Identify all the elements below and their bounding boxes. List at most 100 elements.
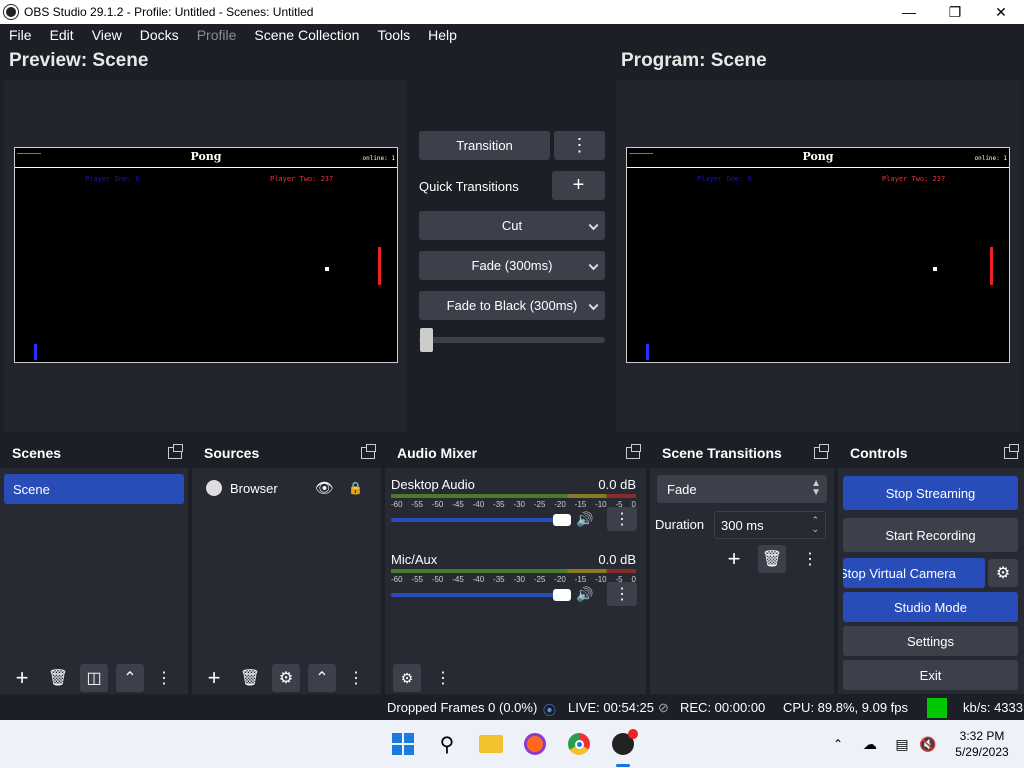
volume-knob[interactable] (553, 589, 571, 601)
scenes-dock-header: Scenes (0, 438, 188, 468)
exit-button[interactable]: Exit (843, 660, 1018, 690)
tbar-track[interactable] (419, 337, 605, 343)
game-title: Pong (802, 150, 834, 163)
undock-icon[interactable] (626, 444, 641, 459)
scenes-toolbar: + 🗑 ◫ ⌃ ⋮ (0, 662, 188, 694)
window-title: OBS Studio 29.1.2 - Profile: Untitled - … (24, 5, 314, 19)
undock-icon[interactable] (361, 444, 376, 459)
scene-transitions-header: Scene Transitions (650, 438, 834, 468)
clock[interactable]: 3:32 PM 5/29/2023 (944, 728, 1020, 760)
volume-slider[interactable]: 🔊 ⋮ (391, 507, 637, 531)
speaker-icon[interactable]: 🔊 (576, 586, 593, 603)
add-icon[interactable]: + (200, 664, 228, 692)
filter-icon[interactable]: ◫ (80, 664, 108, 692)
add-icon[interactable]: + (8, 664, 36, 692)
preview-title: Preview: Scene (9, 50, 149, 71)
start-recording-button[interactable]: Start Recording (843, 518, 1018, 552)
menu-scene-collection[interactable]: Scene Collection (245, 27, 368, 43)
more-icon[interactable]: ⋮ (429, 664, 457, 692)
stop-virtual-camera-button[interactable]: Stop Virtual Camera (843, 558, 985, 588)
stop-streaming-button[interactable]: Stop Streaming (843, 476, 1018, 510)
chevron-up-icon[interactable]: ⌃ (308, 664, 336, 692)
tbar-handle[interactable] (420, 328, 433, 352)
transition-select[interactable]: Fade ▲ ▼ (657, 475, 827, 503)
menu-edit[interactable]: Edit (41, 27, 83, 43)
volume-muted-icon[interactable]: 🔇 (914, 730, 942, 758)
transition-select-value: Fade (667, 481, 697, 497)
menu-file[interactable]: File (0, 27, 41, 43)
studio-mode-button[interactable]: Studio Mode (843, 592, 1018, 622)
advanced-audio-icon[interactable]: ⚙ (393, 664, 421, 692)
meter-scale: -60 -55 -50 -45 -40 -35 -30 -25 -20 -15 -10 -5 0 (391, 500, 636, 509)
file-explorer-icon[interactable] (477, 730, 505, 758)
transition-menu-icon[interactable]: ⋮ (554, 131, 605, 160)
network-icon[interactable]: ▤ (888, 730, 916, 758)
more-icon[interactable]: ⋮ (150, 664, 178, 692)
sources-dock: Sources Browser 👁 🔒 + 🗑 ⚙ ⌃ ⋮ (192, 438, 381, 694)
title-bar: OBS Studio 29.1.2 - Profile: Untitled - … (0, 0, 1024, 24)
volume-track[interactable] (391, 518, 559, 522)
search-icon[interactable]: ⚲ (433, 730, 461, 758)
undock-icon[interactable] (168, 444, 183, 459)
meter-scale: -60 -55 -50 -45 -40 -35 -30 -25 -20 -15 -10 -5 0 (391, 575, 636, 584)
lock-icon[interactable]: 🔒 (348, 481, 363, 495)
undock-icon[interactable] (814, 444, 829, 459)
trash-icon[interactable]: 🗑 (758, 545, 786, 573)
chrome-icon[interactable] (565, 730, 593, 758)
virtual-camera-settings-icon[interactable]: ⚙ (988, 559, 1018, 587)
player-one-score: Player One: 0 (697, 175, 752, 183)
volume-slider[interactable]: 🔊 ⋮ (391, 582, 637, 606)
audio-mixer-title: Audio Mixer (397, 445, 478, 461)
add-icon[interactable]: + (720, 545, 748, 573)
channel-menu-icon[interactable]: ⋮ (607, 507, 637, 531)
menu-tools[interactable]: Tools (368, 27, 419, 43)
close-icon[interactable]: ✕ (978, 0, 1024, 24)
menu-view[interactable]: View (83, 27, 131, 43)
fade-black-select[interactable]: Fade to Black (300ms) (419, 291, 605, 320)
eye-icon[interactable]: 👁 (315, 479, 334, 497)
scene-list-item[interactable]: Scene (4, 474, 184, 504)
pong-ball (933, 267, 937, 271)
more-icon[interactable]: ⋮ (342, 664, 370, 692)
audio-toolbar: ⚙ ⋮ (385, 662, 646, 694)
volume-knob[interactable] (553, 514, 571, 526)
volume-track[interactable] (391, 593, 559, 597)
trash-icon[interactable]: 🗑 (44, 664, 72, 692)
volume-meter (391, 569, 636, 573)
trash-icon[interactable]: 🗑 (236, 664, 264, 692)
sources-dock-title: Sources (204, 445, 260, 461)
cut-select[interactable]: Cut (419, 211, 605, 240)
firefox-icon[interactable] (521, 730, 549, 758)
menu-docks[interactable]: Docks (131, 27, 188, 43)
maximize-icon[interactable]: ❐ (932, 0, 978, 24)
program-game-capture: Pong online: 1 Player One: 0 Player Two:… (626, 147, 1010, 363)
windows-start-icon[interactable] (389, 730, 417, 758)
undock-icon[interactable] (1004, 444, 1019, 459)
more-icon[interactable]: ⋮ (796, 545, 824, 573)
player-one-score: Player One: 0 (85, 175, 140, 183)
audio-mixer-dock: Audio Mixer Desktop Audio 0.0 dB -60 -55-… (385, 438, 646, 694)
active-app-indicator (616, 764, 630, 767)
spin-icon[interactable]: ⌃ ⌄ (811, 516, 819, 534)
fade-select[interactable]: Fade (300ms) (419, 251, 605, 280)
chevron-up-icon[interactable]: ⌃ (824, 730, 852, 758)
obs-taskbar-icon[interactable] (609, 729, 638, 758)
minimize-icon[interactable]: — (886, 0, 932, 24)
gear-icon[interactable]: ⚙ (272, 664, 300, 692)
channel-menu-icon[interactable]: ⋮ (607, 582, 637, 606)
game-title: Pong (190, 150, 222, 163)
menu-profile[interactable]: Profile (188, 27, 246, 43)
source-list-item[interactable]: Browser 👁 🔒 (196, 474, 377, 502)
settings-button[interactable]: Settings (843, 626, 1018, 656)
chevron-up-icon[interactable]: ⌃ (116, 664, 144, 692)
menu-bar: File Edit View Docks Profile Scene Colle… (0, 24, 1024, 46)
scene-transitions-dock: Scene Transitions Fade ▲ ▼ Duration 300 m… (650, 438, 834, 694)
duration-spinbox[interactable]: 300 ms ⌃ ⌄ (714, 511, 826, 539)
scenes-dock: Scenes Scene + 🗑 ◫ ⌃ ⋮ (0, 438, 188, 694)
right-paddle (990, 247, 993, 285)
add-quick-transition-icon[interactable]: + (552, 171, 605, 200)
cloud-off-icon[interactable]: ☁ (856, 730, 884, 758)
speaker-icon[interactable]: 🔊 (576, 511, 593, 528)
transition-button[interactable]: Transition (419, 131, 550, 160)
menu-help[interactable]: Help (419, 27, 466, 43)
